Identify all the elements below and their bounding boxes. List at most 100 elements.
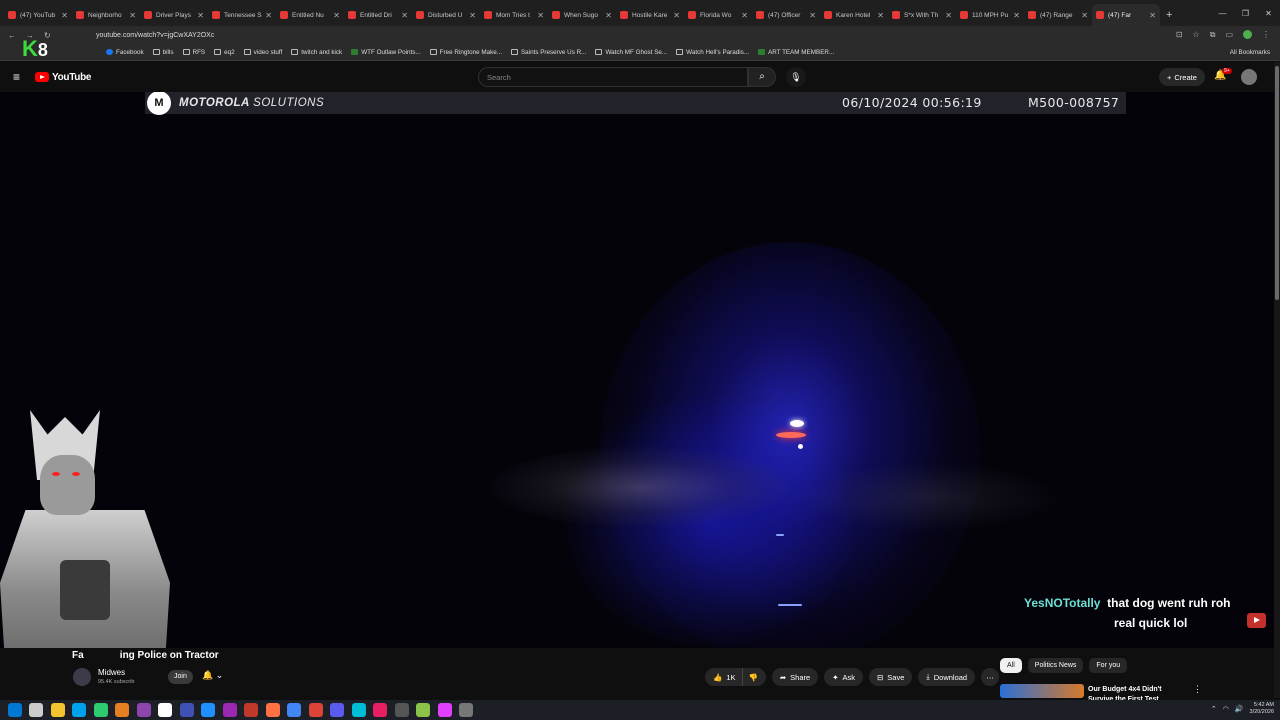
taskbar-app-icon[interactable] (394, 703, 409, 717)
tab-close-icon[interactable]: ✕ (1081, 11, 1088, 20)
new-tab-button[interactable]: + (1166, 9, 1172, 21)
browser-tab[interactable]: Karen Hotel ✕ (820, 4, 888, 26)
browser-tab[interactable]: (47) YouTub ✕ (4, 4, 72, 26)
tab-close-icon[interactable]: ✕ (1149, 11, 1156, 20)
bookmark-item[interactable]: Watch Hell's Paradis... (676, 49, 749, 56)
search-input[interactable]: Search (478, 67, 748, 87)
browser-tab[interactable]: When Sugo ✕ (548, 4, 616, 26)
chip-for-you[interactable]: For you (1089, 658, 1128, 673)
tab-close-icon[interactable]: ✕ (1013, 11, 1020, 20)
more-actions-button[interactable]: ⋯ (981, 668, 1000, 686)
taskbar-app-icon[interactable] (50, 703, 65, 717)
maximize-button[interactable]: ❐ (1234, 9, 1257, 18)
browser-tab[interactable]: Tennessee S ✕ (208, 4, 276, 26)
tray-chevron-icon[interactable]: ⌃ (1211, 705, 1217, 713)
profile-avatar[interactable] (1243, 30, 1252, 39)
bookmark-item[interactable]: RFS (182, 49, 205, 56)
tab-close-icon[interactable]: ✕ (401, 11, 408, 20)
taskbar-app-icon[interactable] (93, 703, 108, 717)
bookmark-item[interactable]: WTF Outlaw Points... (351, 49, 421, 56)
chip-all[interactable]: All (1000, 658, 1022, 673)
browser-tab[interactable]: Driver Plays ✕ (140, 4, 208, 26)
tab-close-icon[interactable]: ✕ (741, 11, 748, 20)
start-windows-icon[interactable] (7, 703, 22, 717)
browser-tab[interactable]: S*x With Th ✕ (888, 4, 956, 26)
tab-close-icon[interactable]: ✕ (265, 11, 272, 20)
taskbar-app-icon[interactable] (115, 703, 129, 717)
taskbar-app-icon[interactable] (136, 703, 151, 717)
channel-avatar[interactable] (73, 668, 91, 686)
tab-close-icon[interactable]: ✕ (809, 11, 816, 20)
scrollbar-thumb[interactable] (1275, 66, 1279, 300)
browser-tab[interactable]: Entitled Nu ✕ (276, 4, 344, 26)
bookmark-item[interactable]: Free Ringtone Make... (429, 49, 502, 56)
dislike-button[interactable]: 👎 (741, 668, 766, 686)
recommended-video-thumbnail[interactable] (1000, 684, 1084, 698)
tab-close-icon[interactable]: ✕ (945, 11, 952, 20)
sidebar-icon[interactable]: ▭ (1225, 30, 1233, 40)
taskbar-app-icon[interactable] (308, 703, 323, 717)
all-bookmarks-link[interactable]: All Bookmarks (1230, 49, 1270, 56)
tab-close-icon[interactable]: ✕ (673, 11, 680, 20)
account-avatar[interactable] (1241, 69, 1257, 85)
channel-name[interactable]: Midwes (98, 668, 125, 677)
tab-close-icon[interactable]: ✕ (537, 11, 544, 20)
browser-menu-icon[interactable]: ⋮ (1262, 30, 1270, 40)
taskbar-app-icon[interactable] (201, 703, 215, 717)
bookmark-item[interactable]: Saints Preserve Us R... (510, 49, 586, 56)
voice-search-button[interactable]: 🎙 (786, 67, 806, 87)
subscription-bell-icon[interactable]: 🔔 ⌄ (202, 670, 223, 681)
taskbar-app-icon[interactable] (287, 703, 301, 717)
create-button[interactable]: + Create (1159, 68, 1205, 86)
taskbar-app-icon[interactable] (29, 703, 43, 717)
browser-tab[interactable]: Mom Tries t ✕ (480, 4, 548, 26)
back-icon[interactable]: ← (8, 31, 16, 40)
browser-tab[interactable]: Florida Wo ✕ (684, 4, 752, 26)
tab-close-icon[interactable]: ✕ (605, 11, 612, 20)
chip-politics-news[interactable]: Politics News (1027, 658, 1084, 673)
tab-close-icon[interactable]: ✕ (877, 11, 884, 20)
bookmark-item[interactable]: Watch MF Ghost Se... (595, 49, 667, 56)
taskbar-app-icon[interactable] (179, 703, 194, 717)
tab-close-icon[interactable]: ✕ (469, 11, 476, 20)
ask-button[interactable]: ✦ Ask (824, 668, 863, 686)
url-field[interactable]: youtube.com/watch?v=jgCwXAY2OXc (96, 32, 1176, 39)
browser-tab[interactable]: Entitled Dri ✕ (344, 4, 412, 26)
browser-tab[interactable]: (47) Officer ✕ (752, 4, 820, 26)
install-icon[interactable]: ⊡ (1176, 30, 1183, 40)
tab-close-icon[interactable]: ✕ (333, 11, 340, 20)
wifi-icon[interactable]: ◠ (1223, 705, 1229, 713)
video-player[interactable]: M MOTOROLA SOLUTIONS 06/10/2024 00:56:19… (0, 92, 1274, 648)
bookmark-item[interactable]: twitch and kick (291, 49, 342, 56)
taskbar-app-icon[interactable] (351, 703, 366, 717)
hamburger-menu-icon[interactable]: ≡ (13, 70, 35, 84)
bookmark-item[interactable]: video stuff (243, 49, 282, 56)
youtube-logo[interactable]: YouTube (35, 72, 92, 83)
bookmark-item[interactable]: bills (152, 49, 174, 56)
browser-tab[interactable]: Neighborho ✕ (72, 4, 140, 26)
taskbar-app-icon[interactable] (72, 703, 86, 717)
like-button[interactable]: 👍 1K (705, 668, 742, 686)
bookmark-star-icon[interactable]: ☆ (1193, 30, 1200, 40)
browser-tab[interactable]: (47) Range ✕ (1024, 4, 1092, 26)
tab-close-icon[interactable]: ✕ (61, 11, 68, 20)
bookmark-item[interactable]: ART TEAM MEMBER... (758, 49, 834, 56)
close-window-button[interactable]: ✕ (1257, 9, 1280, 18)
taskbar-app-icon[interactable] (222, 703, 237, 717)
minimize-button[interactable]: — (1211, 9, 1234, 18)
taskbar-app-icon[interactable] (330, 703, 344, 717)
save-button[interactable]: ⊟ Save (869, 668, 913, 686)
taskbar-app-icon[interactable] (437, 703, 452, 717)
taskbar-app-icon[interactable] (459, 703, 473, 717)
download-button[interactable]: ⤓ Download (918, 668, 976, 686)
share-button[interactable]: ➦ Share (771, 668, 819, 686)
volume-icon[interactable]: 🔊 (1235, 705, 1244, 713)
bookmark-item[interactable]: Facebook (106, 49, 144, 56)
extensions-icon[interactable]: ⧉ (1210, 30, 1216, 40)
taskbar-app-icon[interactable] (373, 703, 387, 717)
taskbar-app-icon[interactable] (244, 703, 258, 717)
system-clock[interactable]: 5:42 AM 3/20/2026 (1250, 702, 1274, 716)
taskbar-app-icon[interactable] (158, 703, 172, 717)
tab-close-icon[interactable]: ✕ (197, 11, 204, 20)
taskbar-app-icon[interactable] (265, 703, 280, 717)
